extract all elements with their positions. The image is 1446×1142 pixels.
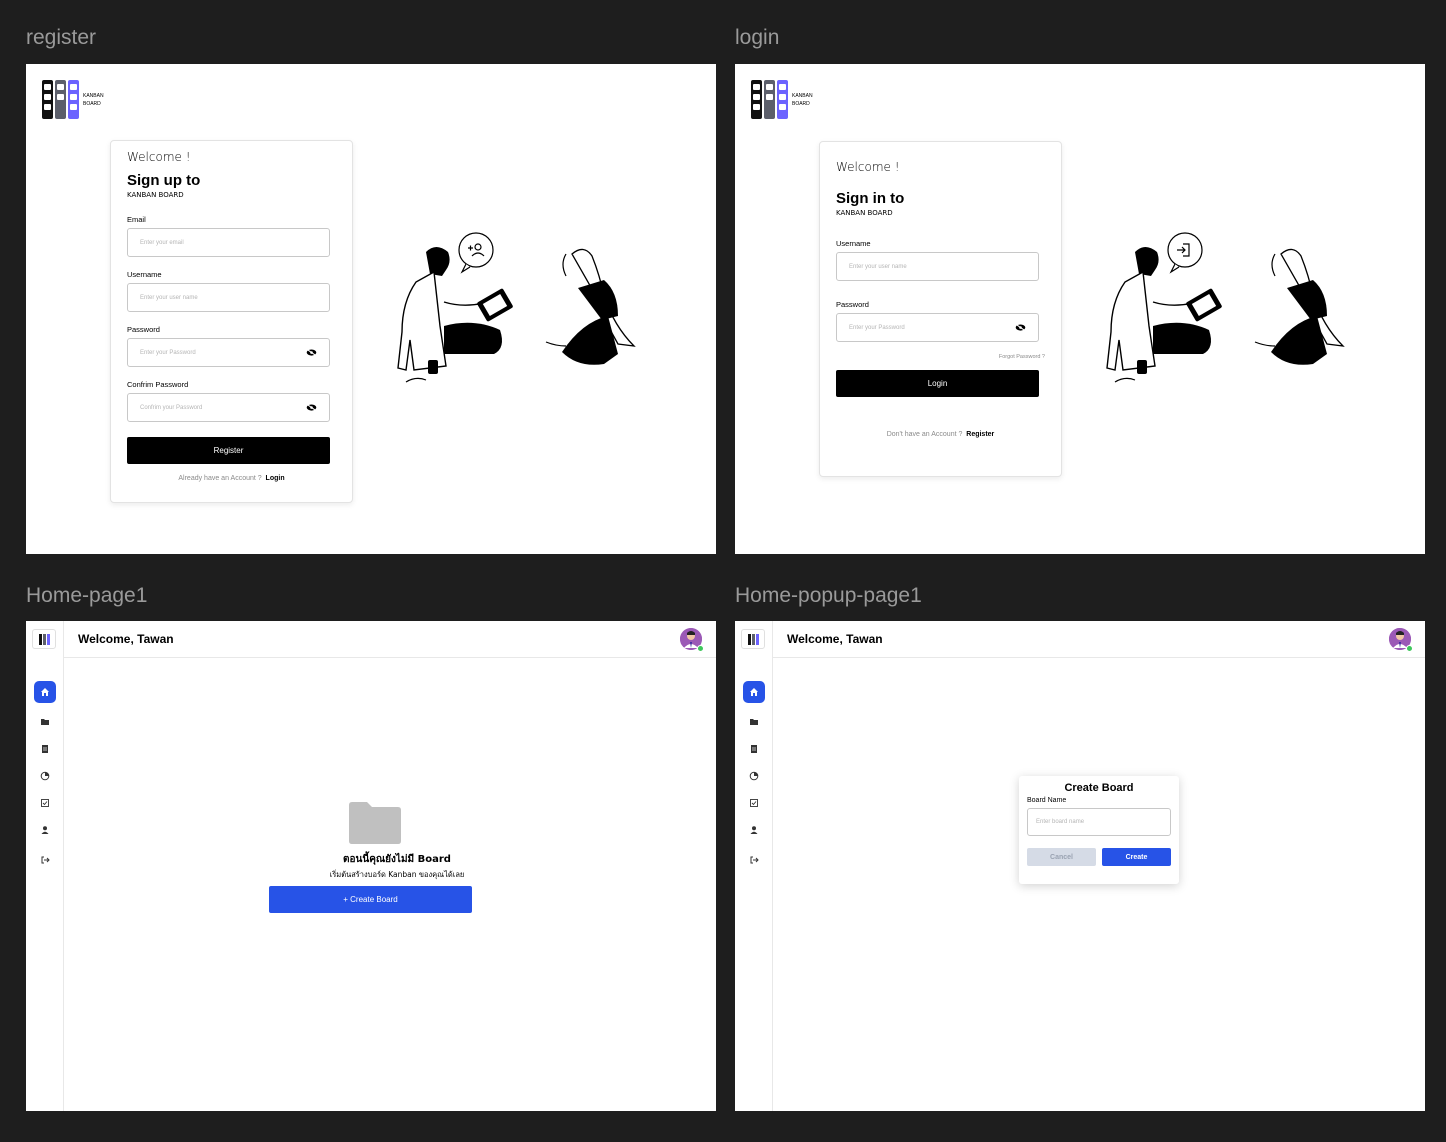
frame-label-register: register [26, 26, 97, 49]
email-label: Email [127, 215, 146, 224]
two-people-illustration [1106, 232, 1345, 383]
welcome-text: Welcome ! [127, 150, 191, 164]
confirm-password-label: Confrim Password [127, 380, 189, 389]
online-status-dot [697, 645, 704, 652]
frame-label-login: login [735, 26, 780, 49]
register-prompt: Don't have an Account ? Register [886, 431, 995, 438]
home-frame: Welcome, Tawan ตอนนี้คุณยังไม่มี Board เ… [26, 621, 716, 1111]
username-field[interactable]: Enter your user name [836, 252, 1039, 281]
avatar[interactable] [680, 628, 704, 652]
online-status-dot [1406, 645, 1413, 652]
frame-label-home: Home-page1 [26, 584, 148, 607]
username-label: Username [836, 239, 871, 248]
sidebar-logo[interactable] [741, 629, 765, 649]
two-people-illustration [397, 232, 636, 383]
headline: Sign up to [127, 172, 201, 189]
login-link[interactable]: Login [266, 475, 285, 482]
email-field[interactable]: Enter your email [127, 228, 330, 257]
avatar[interactable] [1389, 628, 1413, 652]
create-board-button[interactable]: + Create Board [269, 886, 472, 913]
board-name-input[interactable]: Enter board name [1027, 808, 1171, 836]
page-title: Welcome, Tawan [787, 632, 883, 646]
home-icon[interactable] [743, 681, 765, 703]
eye-off-icon[interactable] [306, 349, 317, 356]
headline: Sign in to [836, 190, 905, 207]
pie-chart-icon[interactable] [743, 765, 765, 787]
password-field[interactable]: Enter your Password [836, 313, 1039, 342]
register-card: Welcome ! Sign up to KANBAN BOARD Email … [110, 140, 353, 503]
register-frame: KANBAN BOARD Welcome ! Sign up to KANBAN … [26, 64, 716, 554]
logout-icon[interactable] [743, 849, 765, 871]
login-frame: KANBAN BOARD Welcome ! Sign in to KANBAN … [735, 64, 1425, 554]
password-label: Password [127, 325, 160, 334]
login-prompt: Already have an Account ? Login [178, 475, 285, 482]
pie-chart-icon[interactable] [34, 765, 56, 787]
page-title: Welcome, Tawan [78, 632, 174, 646]
eye-off-icon[interactable] [306, 404, 317, 411]
header-bar: Welcome, Tawan [773, 621, 1425, 658]
empty-state [26, 801, 716, 849]
modal-title: Create Board [1064, 782, 1134, 794]
welcome-text: Welcome ! [836, 160, 900, 174]
document-icon[interactable] [743, 738, 765, 760]
login-button[interactable]: Login [836, 370, 1039, 397]
home-popup-frame: Welcome, Tawan Create Board Board Name E… [735, 621, 1425, 1111]
login-card: Welcome ! Sign in to KANBAN BOARD Userna… [819, 141, 1062, 477]
create-board-modal: Create Board Board Name Enter board name… [1019, 776, 1179, 884]
user-icon[interactable] [743, 819, 765, 841]
kanban-logo: KANBAN BOARD [751, 80, 813, 119]
subheadline: KANBAN BOARD [127, 191, 184, 199]
empty-subtitle: เริ่มต้นสร้างบอร์ด Kanban ของคุณได้เลย [329, 870, 465, 879]
subheadline: KANBAN BOARD [836, 209, 893, 217]
username-field[interactable]: Enter your user name [127, 283, 330, 312]
document-icon[interactable] [34, 738, 56, 760]
header-bar: Welcome, Tawan [64, 621, 716, 658]
password-field[interactable]: Enter your Password [127, 338, 330, 367]
empty-folder-icon [349, 802, 401, 844]
register-button[interactable]: Register [127, 437, 330, 464]
folder-icon[interactable] [743, 711, 765, 733]
board-name-label: Board Name [1027, 797, 1067, 804]
home-icon[interactable] [34, 681, 56, 703]
confirm-password-field[interactable]: Confrim your Password [127, 393, 330, 422]
empty-title: ตอนนี้คุณยังไม่มี Board [343, 854, 451, 865]
checkbox-icon[interactable] [743, 792, 765, 814]
cancel-button[interactable]: Cancel [1027, 848, 1096, 866]
create-button[interactable]: Create [1102, 848, 1171, 866]
eye-off-icon[interactable] [1015, 324, 1026, 331]
empty-state-text: ตอนนี้คุณยังไม่มี Board เริ่มต้นสร้างบอร… [26, 852, 716, 881]
sidebar [735, 621, 773, 1111]
forgot-password-link[interactable]: Forgot Password ? [836, 354, 1045, 360]
register-link[interactable]: Register [966, 431, 994, 438]
sidebar-logo[interactable] [32, 629, 56, 649]
frame-label-popup: Home-popup-page1 [735, 584, 922, 607]
kanban-logo: KANBAN BOARD [42, 80, 104, 119]
username-label: Username [127, 270, 162, 279]
password-label: Password [836, 300, 869, 309]
folder-icon[interactable] [34, 711, 56, 733]
